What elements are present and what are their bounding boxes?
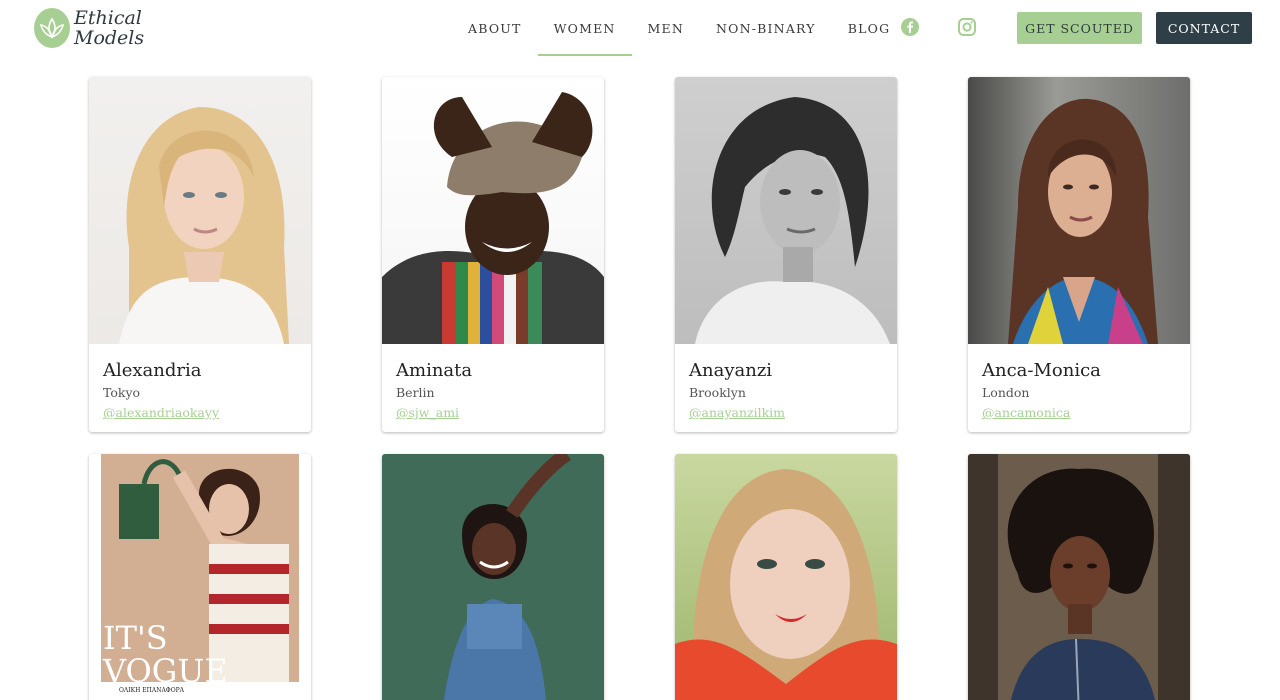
site-header: Ethical Models About Women Men Non-Binar… — [0, 0, 1280, 56]
model-card-5[interactable]: IT'S VOGUE ΟΛΙΚΗ ΕΠΑΝΑΦΟΡΑ — [89, 454, 311, 700]
model-photo[interactable] — [675, 454, 897, 700]
model-city: Berlin — [396, 385, 435, 400]
nav-item-women[interactable]: Women — [537, 0, 632, 56]
nav-item-about[interactable]: About — [452, 0, 538, 56]
model-city: Brooklyn — [689, 385, 746, 400]
brand-line-2: Models — [74, 27, 145, 49]
model-card-anca-monica[interactable]: Anca-Monica London @ancamonica — [968, 77, 1190, 432]
instagram-icon[interactable] — [957, 17, 977, 37]
model-city: Tokyo — [103, 385, 141, 400]
model-card-anayanzi[interactable]: Anayanzi Brooklyn @anayanzilkim — [675, 77, 897, 432]
model-photo[interactable]: IT'S VOGUE ΟΛΙΚΗ ΕΠΑΝΑΦΟΡΑ — [89, 454, 311, 700]
get-scouted-button[interactable]: Get Scouted — [1017, 12, 1142, 44]
main-nav: About Women Men Non-Binary Blog — [452, 0, 906, 56]
nav-item-non-binary[interactable]: Non-Binary — [700, 0, 832, 56]
facebook-icon[interactable] — [900, 17, 920, 37]
model-photo[interactable] — [968, 454, 1190, 700]
model-instagram-link[interactable]: @alexandriaokayy — [103, 405, 219, 421]
model-photo[interactable] — [382, 77, 604, 344]
model-photo[interactable] — [968, 77, 1190, 344]
model-name: Alexandria — [103, 360, 202, 381]
contact-button[interactable]: Contact — [1156, 12, 1252, 44]
model-info: Anayanzi Brooklyn @anayanzilkim — [675, 344, 897, 421]
model-instagram-link[interactable]: @sjw_ami — [396, 405, 459, 421]
model-instagram-link[interactable]: @anayanzilkim — [689, 405, 785, 421]
model-card-alexandria[interactable]: Alexandria Tokyo @alexandriaokayy — [89, 77, 311, 432]
model-name: Anca-Monica — [982, 360, 1101, 381]
model-photo[interactable] — [382, 454, 604, 700]
magazine-caption: ΟΛΙΚΗ ΕΠΑΝΑΦΟΡΑ — [119, 687, 185, 694]
model-info: Anca-Monica London @ancamonica — [968, 344, 1190, 421]
magazine-headline-2: VOGUE — [102, 652, 228, 690]
model-info: Alexandria Tokyo @alexandriaokayy — [89, 344, 311, 421]
model-photo[interactable] — [675, 77, 897, 344]
model-instagram-link[interactable]: @ancamonica — [982, 405, 1070, 421]
lotus-icon — [34, 8, 70, 48]
model-name: Aminata — [396, 360, 473, 381]
model-info: Aminata Berlin @sjw_ami — [382, 344, 604, 421]
model-card-7[interactable] — [675, 454, 897, 700]
brand-name: Ethical Models — [74, 8, 144, 48]
model-card-6[interactable] — [382, 454, 604, 700]
model-city: London — [982, 385, 1030, 400]
nav-item-blog[interactable]: Blog — [832, 0, 907, 56]
model-name: Anayanzi — [689, 360, 773, 381]
model-photo[interactable] — [89, 77, 311, 344]
model-card-aminata[interactable]: Aminata Berlin @sjw_ami — [382, 77, 604, 432]
nav-item-men[interactable]: Men — [632, 0, 700, 56]
model-card-8[interactable] — [968, 454, 1190, 700]
brand-line-1: Ethical — [74, 7, 142, 29]
brand-logo[interactable]: Ethical Models — [34, 6, 144, 50]
